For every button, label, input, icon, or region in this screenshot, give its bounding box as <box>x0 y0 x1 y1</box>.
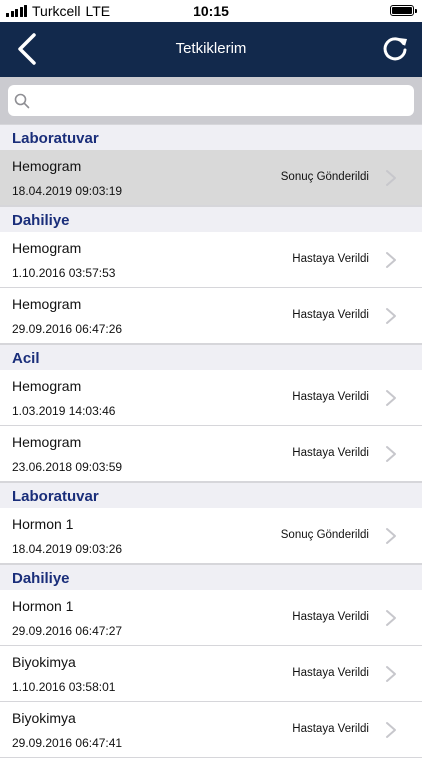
list-item[interactable]: Hemogram 1.10.2016 03:57:53 Hastaya Veri… <box>0 232 422 288</box>
item-status: Hastaya Verildi <box>292 667 369 679</box>
item-status: Sonuç Gönderildi <box>280 171 369 183</box>
item-status: Hastaya Verildi <box>292 611 369 623</box>
item-status: Sonuç Gönderildi <box>280 529 369 541</box>
chevron-right-icon <box>386 308 396 324</box>
item-title: Hormon 1 <box>12 516 74 532</box>
item-title: Hemogram <box>12 378 82 394</box>
item-date: 18.04.2019 09:03:19 <box>12 184 123 198</box>
item-status: Hastaya Verildi <box>292 447 369 459</box>
results-list: Laboratuvar Hemogram 18.04.2019 09:03:19… <box>0 124 422 758</box>
status-bar: Turkcell LTE 10:15 <box>0 0 422 22</box>
chevron-right-icon <box>386 722 396 738</box>
list-item[interactable]: Hemogram 1.03.2019 14:03:46 Hastaya Veri… <box>0 370 422 426</box>
item-date: 23.06.2018 09:03:59 <box>12 460 123 474</box>
chevron-right-icon <box>386 252 396 268</box>
section-header: Acil <box>0 344 422 370</box>
item-title: Hemogram <box>12 240 82 256</box>
chevron-right-icon <box>386 170 396 186</box>
list-item[interactable]: Hormon 1 29.09.2016 06:47:27 Hastaya Ver… <box>0 590 422 646</box>
item-title: Biyokimya <box>12 654 76 670</box>
list-item[interactable]: Hemogram 29.09.2016 06:47:26 Hastaya Ver… <box>0 288 422 344</box>
chevron-right-icon <box>386 528 396 544</box>
page-title: Tetkiklerim <box>175 40 247 57</box>
search-field[interactable] <box>8 84 414 117</box>
item-status: Hastaya Verildi <box>292 309 369 321</box>
item-status: Hastaya Verildi <box>292 391 369 403</box>
list-item[interactable]: Hemogram 23.06.2018 09:03:59 Hastaya Ver… <box>0 426 422 482</box>
chevron-right-icon <box>386 610 396 626</box>
item-title: Biyokimya <box>12 710 76 726</box>
item-title: Hemogram <box>12 296 82 312</box>
item-date: 1.10.2016 03:58:01 <box>12 680 116 694</box>
section-header: Laboratuvar <box>0 124 422 150</box>
item-date: 29.09.2016 06:47:41 <box>12 736 123 750</box>
refresh-button[interactable] <box>380 34 410 64</box>
item-date: 1.10.2016 03:57:53 <box>12 266 116 280</box>
search-input[interactable] <box>30 84 414 117</box>
item-date: 29.09.2016 06:47:26 <box>12 322 123 336</box>
list-item[interactable]: Hormon 1 18.04.2019 09:03:26 Sonuç Gönde… <box>0 508 422 564</box>
search-bar <box>0 77 422 124</box>
section-header: Dahiliye <box>0 206 422 232</box>
item-date: 29.09.2016 06:47:27 <box>12 624 123 638</box>
item-date: 18.04.2019 09:03:26 <box>12 542 123 556</box>
item-title: Hormon 1 <box>12 598 74 614</box>
section-header: Dahiliye <box>0 564 422 590</box>
refresh-icon <box>383 37 407 61</box>
chevron-right-icon <box>386 446 396 462</box>
item-title: Hemogram <box>12 158 82 174</box>
clock: 10:15 <box>193 3 229 19</box>
search-icon <box>14 93 30 108</box>
list-item[interactable]: Biyokimya 1.10.2016 03:58:01 Hastaya Ver… <box>0 646 422 702</box>
item-status: Hastaya Verildi <box>292 723 369 735</box>
item-title: Hemogram <box>12 434 82 450</box>
item-date: 1.03.2019 14:03:46 <box>12 404 116 418</box>
nav-bar: Tetkiklerim <box>0 22 422 77</box>
section-header: Laboratuvar <box>0 482 422 508</box>
item-status: Hastaya Verildi <box>292 253 369 265</box>
chevron-right-icon <box>386 390 396 406</box>
battery-icon <box>390 5 417 16</box>
chevron-right-icon <box>386 666 396 682</box>
list-item[interactable]: Hemogram 18.04.2019 09:03:19 Sonuç Gönde… <box>0 150 422 206</box>
